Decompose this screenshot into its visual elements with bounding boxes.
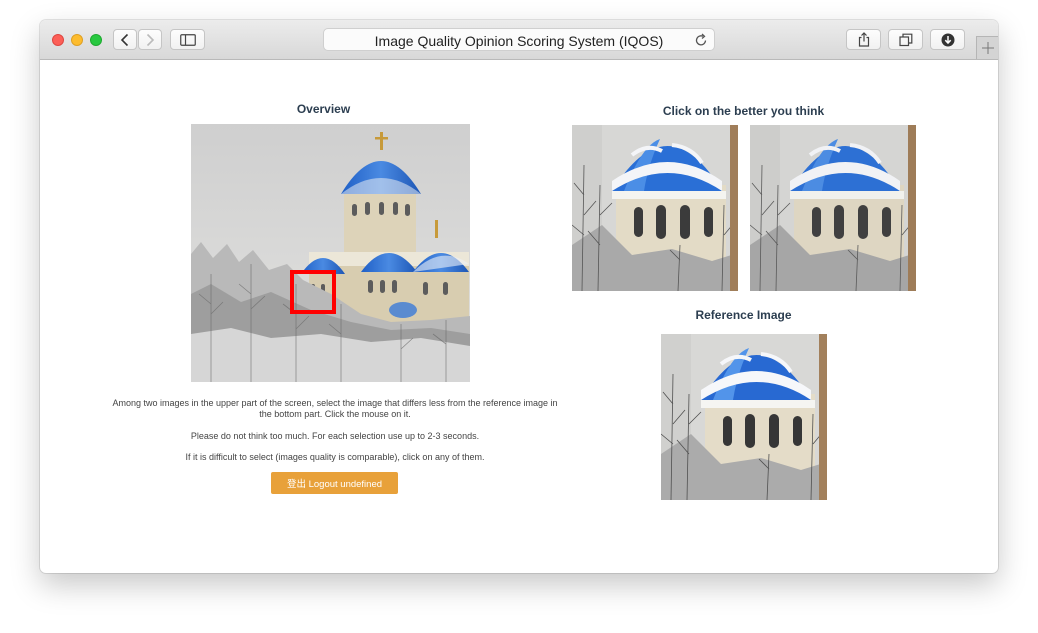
forward-button[interactable] bbox=[138, 29, 162, 50]
sidebar-icon bbox=[179, 33, 196, 46]
plus-icon bbox=[981, 42, 994, 54]
back-icon bbox=[120, 33, 129, 46]
minimize-window-button[interactable] bbox=[71, 34, 83, 46]
address-bar[interactable]: Image Quality Opinion Scoring System (IQ… bbox=[323, 28, 715, 51]
sidebar-button[interactable] bbox=[170, 29, 205, 50]
browser-toolbar: Image Quality Opinion Scoring System (IQ… bbox=[40, 20, 998, 60]
instruction-text-2: Please do not think too much. For each s… bbox=[190, 431, 480, 441]
overview-image bbox=[191, 124, 470, 382]
share-button[interactable] bbox=[846, 29, 881, 50]
zoom-window-button[interactable] bbox=[90, 34, 102, 46]
share-icon bbox=[858, 32, 869, 47]
tabs-icon bbox=[898, 33, 912, 46]
choice-image-right[interactable] bbox=[750, 125, 916, 291]
reference-heading: Reference Image bbox=[695, 308, 792, 322]
new-tab-button[interactable] bbox=[976, 36, 998, 59]
tabs-button[interactable] bbox=[888, 29, 923, 50]
reload-icon[interactable] bbox=[695, 33, 708, 47]
overview-heading: Overview bbox=[296, 102, 351, 116]
logout-button[interactable]: 登出 Logout undefined bbox=[271, 472, 398, 494]
page-title: Image Quality Opinion Scoring System (IQ… bbox=[374, 33, 664, 49]
close-window-button[interactable] bbox=[52, 34, 64, 46]
reference-image bbox=[661, 334, 827, 500]
download-button[interactable] bbox=[930, 29, 965, 50]
choice-image-left[interactable] bbox=[572, 125, 738, 291]
forward-icon bbox=[146, 33, 155, 46]
browser-window: Image Quality Opinion Scoring System (IQ… bbox=[40, 20, 998, 573]
choice-heading: Click on the better you think bbox=[662, 104, 825, 118]
back-button[interactable] bbox=[113, 29, 137, 50]
download-icon bbox=[941, 33, 954, 46]
instruction-text-3: If it is difficult to select (images qua… bbox=[185, 452, 485, 462]
instruction-text-1: Among two images in the upper part of th… bbox=[112, 398, 558, 419]
